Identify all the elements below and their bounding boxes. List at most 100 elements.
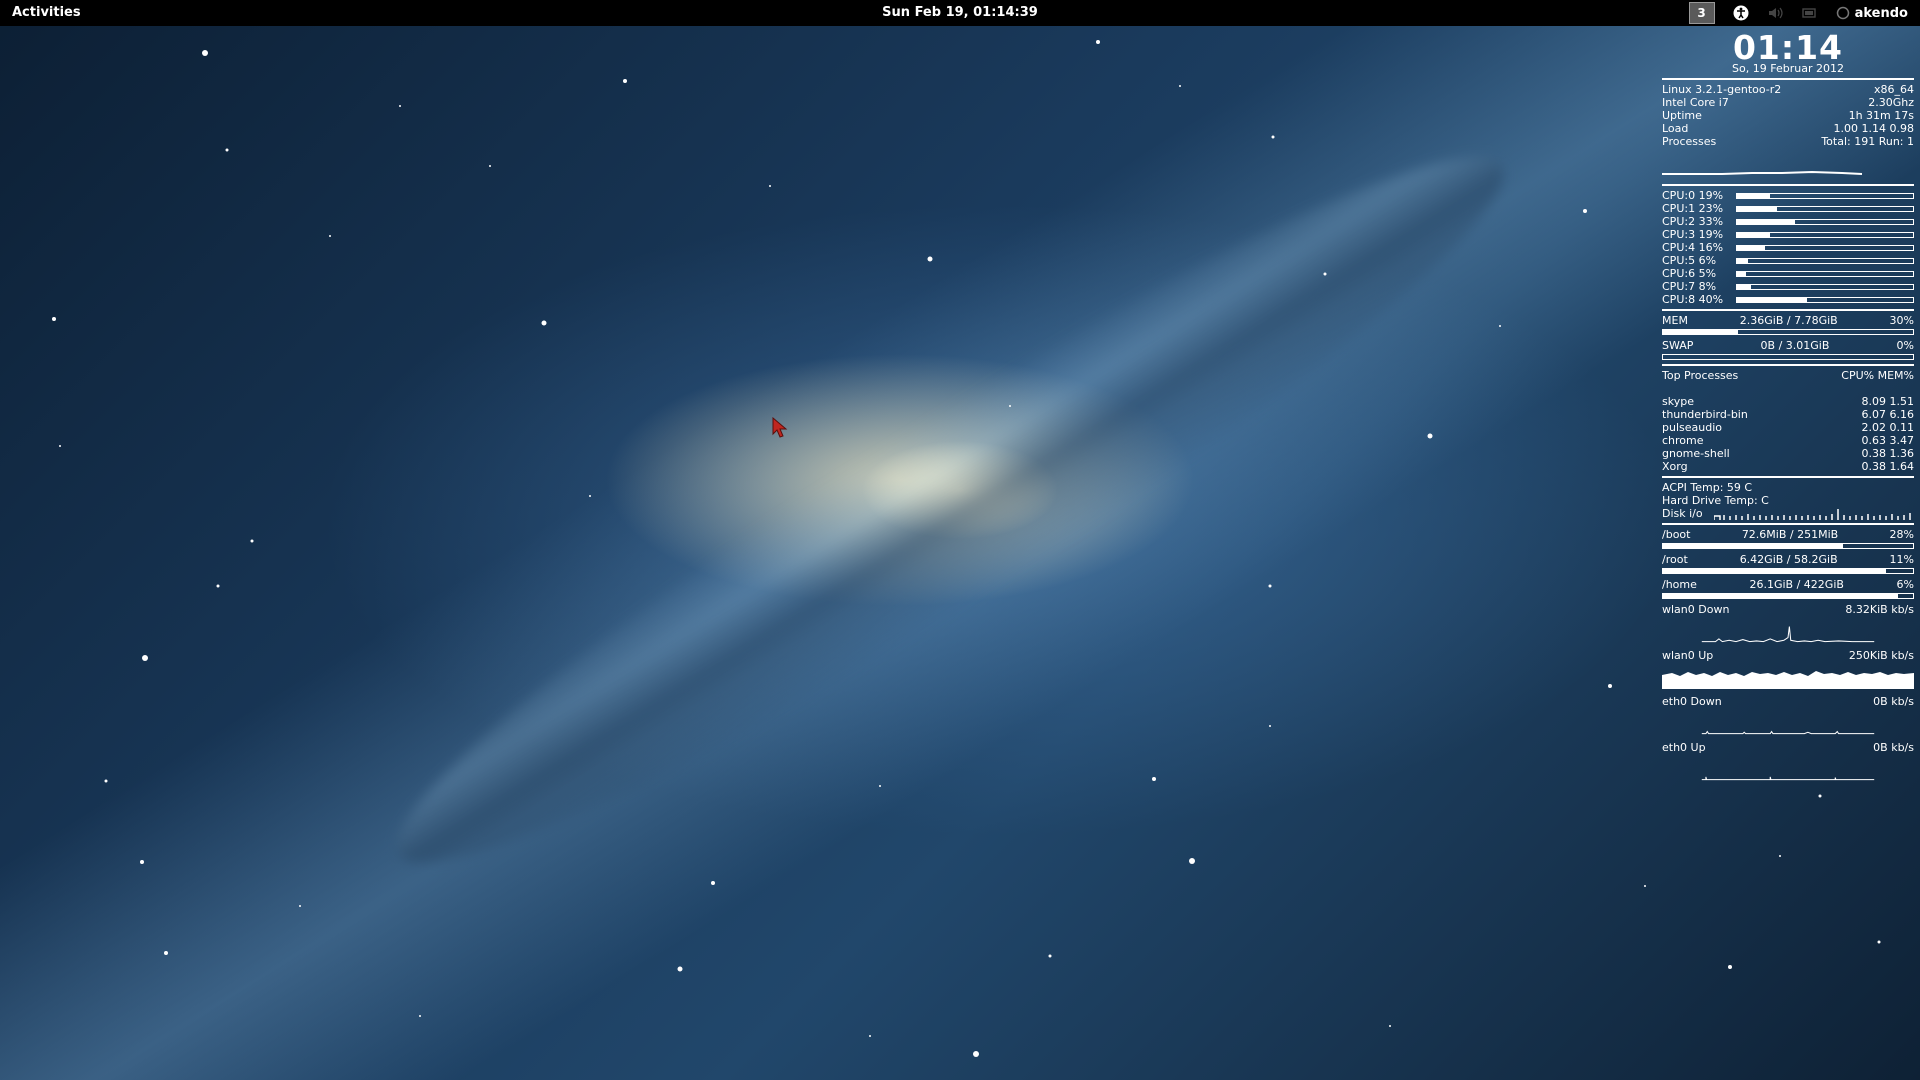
process-name: chrome [1662,434,1704,447]
wlan0-up-graph [1662,671,1914,689]
disk-name: /home [1662,578,1697,591]
net-row: eth0 Up 0B kb/s [1662,741,1914,754]
volume-icon[interactable] [1767,5,1783,21]
cpu-bar-fill [1737,284,1752,289]
sysinfo-value: Total: 191 Run: 1 [1821,135,1914,148]
cpu-row: CPU:2 33% [1662,215,1914,228]
net-value: 250KiB kb/s [1848,649,1914,662]
sysinfo-value: 1.00 1.14 0.98 [1833,122,1914,135]
wallpaper-stars [52,40,1881,1057]
cpu-label: CPU:3 19% [1662,228,1724,241]
process-usage: 8.09 1.51 [1861,395,1914,408]
net-label: eth0 Down [1662,695,1722,708]
process-row: Xorg 0.38 1.64 [1662,460,1914,473]
disk-row: /boot 72.6MiB / 251MiB 28% [1662,528,1914,541]
cpu-row: CPU:5 6% [1662,254,1914,267]
conky-time: 01:14 [1732,28,1844,67]
swap-bar [1662,354,1914,360]
disk-percent: 6% [1896,578,1914,591]
divider [1662,364,1914,366]
user-menu[interactable]: akendo [1835,5,1908,21]
cpu-bar [1736,218,1914,225]
sysinfo-value: x86_64 [1873,83,1914,96]
disks-section: /boot 72.6MiB / 251MiB 28% /root 6.42GiB / … [1662,528,1914,599]
status-area: 3 akendo [1688,2,1908,24]
wlan0-down-graph [1701,626,1875,643]
cpu-bar [1736,205,1914,212]
cpu-row: CPU:3 19% [1662,228,1914,241]
top-processes-title: Top Processes [1662,369,1739,382]
disk-usage: 72.6MiB / 251MiB [1741,528,1839,541]
swap-row: SWAP 0B / 3.01GiB 0% [1662,339,1914,352]
cpu-label: CPU:8 40% [1662,293,1724,306]
disk-name: /root [1662,553,1688,566]
mem-row: MEM 2.36GiB / 7.78GiB 30% [1662,314,1914,327]
top-processes-header: Top Processes CPU% MEM% [1662,369,1914,382]
disk-bar-fill [1663,544,1843,548]
eth0-down-graph [1701,730,1875,735]
disk-row: /root 6.42GiB / 58.2GiB 11% [1662,553,1914,566]
sysinfo-label: Processes [1662,135,1717,148]
mouse-cursor-icon [772,417,788,438]
cpu-label: CPU:2 33% [1662,215,1724,228]
mem-percent: 30% [1889,314,1914,327]
process-row: pulseaudio 2.02 0.11 [1662,421,1914,434]
process-usage: 0.38 1.64 [1861,460,1914,473]
disk-percent: 28% [1889,528,1914,541]
cpu-bar [1736,231,1914,238]
disk-name: /boot [1662,528,1691,541]
network-icon[interactable] [1801,5,1817,21]
net-value: 0B kb/s [1873,741,1914,754]
mem-value: 2.36GiB / 7.78GiB [1739,314,1838,327]
acpi-temp: ACPI Temp: 59 C [1662,481,1753,494]
cpu-label: CPU:4 16% [1662,241,1724,254]
cpu-bar-fill [1737,219,1796,224]
sysinfo-row: Processes Total: 191 Run: 1 [1662,135,1914,148]
conky-system-monitor: 01:14 So, 19 Februar 2012 Linux 3.2.1-ge… [1662,30,1914,787]
process-name: skype [1662,395,1694,408]
top-panel: Activities Sun Feb 19, 01:14:39 3 akendo [0,0,1920,26]
net-value: 8.32KiB kb/s [1845,603,1914,616]
process-usage: 2.02 0.11 [1861,421,1914,434]
cpu-bar [1736,283,1914,290]
top-processes-columns: CPU% MEM% [1841,369,1914,382]
sysinfo-label: Linux 3.2.1-gentoo-r2 [1662,83,1782,96]
process-row: skype 8.09 1.51 [1662,395,1914,408]
memory-section: MEM 2.36GiB / 7.78GiB 30% SWAP 0B / 3.01… [1662,314,1914,360]
activities-button[interactable]: Activities [12,5,81,20]
disk-percent: 11% [1889,553,1914,566]
disk-io-graph [1714,509,1911,520]
panel-clock[interactable]: Sun Feb 19, 01:14:39 [882,5,1038,20]
cpu-bar-fill [1737,193,1771,198]
sysinfo-row: Intel Core i7 2.30Ghz [1662,96,1914,109]
net-label: wlan0 Up [1662,649,1714,662]
divider [1662,476,1914,478]
accessibility-icon[interactable] [1733,5,1749,21]
cpu-section: CPU:0 19% CPU:1 23% CPU:2 33% CPU:3 19% … [1662,189,1914,306]
sysinfo-label: Intel Core i7 [1662,96,1729,109]
sysinfo-row: Linux 3.2.1-gentoo-r2 x86_64 [1662,83,1914,96]
sysinfo-row: Load 1.00 1.14 0.98 [1662,122,1914,135]
workspace-indicator[interactable]: 3 [1688,2,1715,24]
cpu-row: CPU:8 40% [1662,293,1914,306]
sysinfo-section: Linux 3.2.1-gentoo-r2 x86_64 Intel Core i… [1662,83,1914,148]
swap-percent: 0% [1896,339,1914,352]
conky-date: So, 19 Februar 2012 [1732,62,1844,75]
disk-bar-fill [1663,569,1886,573]
clock-container: Sun Feb 19, 01:14:39 [0,5,1920,20]
swap-label: SWAP [1662,339,1694,352]
cpu-row: CPU:6 5% [1662,267,1914,280]
process-name: gnome-shell [1662,447,1730,460]
mem-bar-fill [1663,330,1738,334]
cpu-row: CPU:1 23% [1662,202,1914,215]
disk-bar [1662,593,1914,599]
divider [1662,309,1914,311]
net-label: wlan0 Down [1662,603,1730,616]
cpu-bar-fill [1737,245,1766,250]
process-usage: 0.38 1.36 [1861,447,1914,460]
cpu-bar-fill [1737,232,1771,237]
cpu-label: CPU:7 8% [1662,280,1717,293]
net-label: eth0 Up [1662,741,1706,754]
net-value: 0B kb/s [1873,695,1914,708]
cpu-label: CPU:6 5% [1662,267,1717,280]
